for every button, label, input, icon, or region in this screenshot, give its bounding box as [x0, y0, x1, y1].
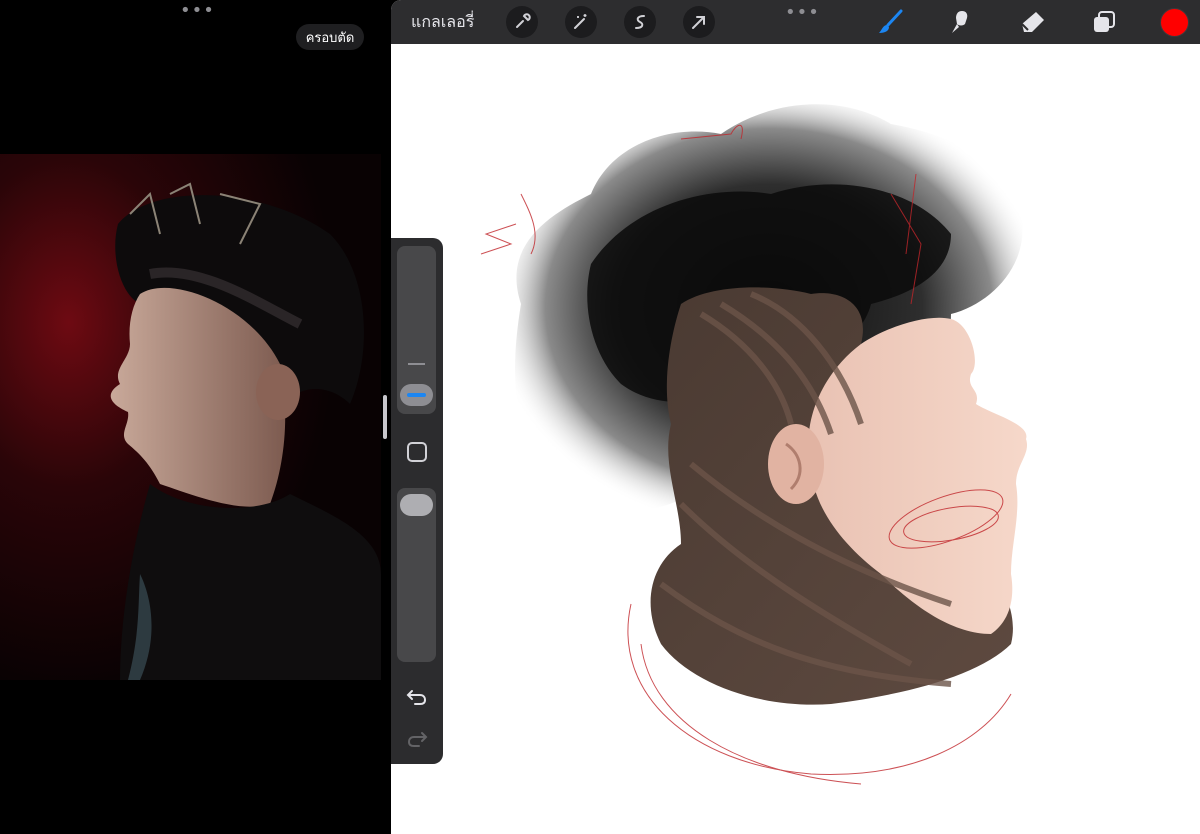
toolbar: แกลเลอรี่ •••	[391, 0, 1200, 44]
reference-photo	[0, 154, 381, 680]
modify-button[interactable]	[407, 442, 427, 462]
brush-size-thumb[interactable]	[400, 384, 433, 406]
transform-arrow-icon[interactable]	[683, 6, 715, 38]
layers-icon[interactable]	[1088, 6, 1120, 38]
opacity-slider[interactable]	[397, 488, 436, 662]
ellipsis-icon[interactable]: •••	[180, 2, 215, 20]
split-view-divider[interactable]	[383, 395, 387, 439]
gallery-button[interactable]: แกลเลอรี่	[411, 10, 474, 35]
selection-icon[interactable]	[624, 6, 656, 38]
crop-button[interactable]: ครอบตัด	[296, 24, 364, 50]
redo-icon[interactable]	[404, 726, 430, 752]
brush-icon[interactable]	[875, 6, 907, 38]
procreate-pane: แกลเลอรี่ •••	[391, 0, 1200, 834]
brush-sidebar	[391, 238, 443, 764]
ellipsis-icon[interactable]: •••	[785, 4, 820, 22]
eraser-icon[interactable]	[1017, 6, 1049, 38]
undo-icon[interactable]	[404, 684, 430, 710]
color-picker-button[interactable]	[1160, 8, 1189, 37]
photos-pane: ••• ครอบตัด	[0, 0, 384, 834]
wrench-icon[interactable]	[506, 6, 538, 38]
brush-size-slider[interactable]	[397, 246, 436, 414]
opacity-thumb[interactable]	[400, 494, 433, 516]
drawing-canvas[interactable]	[391, 44, 1200, 834]
smudge-icon[interactable]	[945, 6, 977, 38]
magic-wand-icon[interactable]	[565, 6, 597, 38]
